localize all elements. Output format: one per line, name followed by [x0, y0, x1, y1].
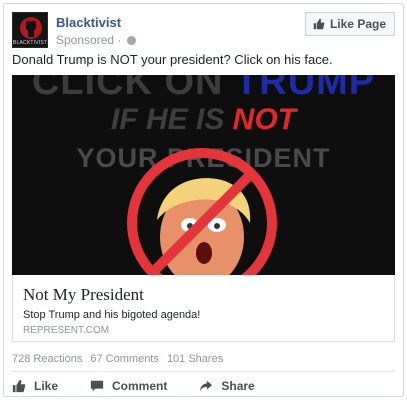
comment-button[interactable]: Comment: [90, 379, 167, 393]
post-actions: Like Comment Share: [12, 376, 395, 396]
globe-icon: [126, 36, 136, 45]
ad-image[interactable]: CLICK ON TRUMP IF HE IS NOT YOUR PRESIDE…: [12, 75, 395, 275]
sponsored-post-card: BLACKTIVIST Blacktivist Sponsored · Like…: [3, 3, 404, 397]
share-label: Share: [221, 379, 255, 393]
like-button[interactable]: Like: [12, 379, 58, 393]
engagement-counts: 728 Reactions 67 Comments 101 Shares: [12, 353, 228, 365]
comment-label: Comment: [112, 379, 168, 393]
link-description: Stop Trump and his bigoted agenda!: [23, 309, 201, 321]
share-button[interactable]: Share: [199, 379, 255, 393]
share-icon: [200, 380, 213, 392]
page-name-link[interactable]: Blacktivist: [56, 15, 121, 30]
avatar-wordmark: BLACKTIVIST: [13, 40, 48, 46]
comment-icon: [90, 380, 104, 392]
thumbs-up-icon: [12, 379, 26, 393]
sponsored-label: Sponsored ·: [56, 33, 136, 47]
post-header: BLACKTIVIST Blacktivist Sponsored · Like…: [12, 12, 395, 48]
like-page-button[interactable]: Like Page: [304, 12, 395, 36]
prohibited-face-illustration: [127, 148, 277, 275]
reactions-count[interactable]: 728 Reactions: [12, 353, 82, 365]
post-text: Donald Trump is NOT your president? Clic…: [12, 52, 333, 67]
link-preview[interactable]: Not My President Stop Trump and his bigo…: [12, 275, 395, 342]
page-avatar[interactable]: BLACKTIVIST: [12, 12, 48, 48]
actions-divider: [12, 371, 395, 372]
sponsored-text: Sponsored ·: [56, 33, 122, 47]
comments-count[interactable]: 67 Comments: [90, 353, 158, 365]
like-label: Like: [34, 379, 59, 393]
thumbs-up-icon: [313, 18, 325, 30]
shares-count[interactable]: 101 Shares: [167, 353, 223, 365]
link-title: Not My President: [23, 285, 144, 304]
link-domain: REPRESENT.COM: [23, 325, 110, 336]
like-page-label: Like Page: [329, 17, 386, 31]
